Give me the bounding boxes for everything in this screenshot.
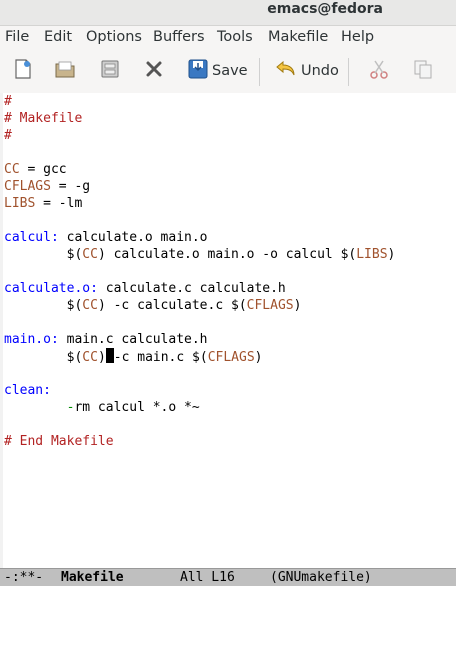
buffer-status: -:**- <box>4 570 44 585</box>
code-line: calcul: calculate.o main.o <box>4 229 208 246</box>
code-line: main.o: main.c calculate.h <box>4 331 208 348</box>
variable-value: = -g <box>50 179 91 194</box>
toolbar: Save Undo <box>0 50 456 94</box>
undo-icon <box>275 59 297 83</box>
left-fringe <box>0 93 3 568</box>
command-text: ) -c calculate.c $( <box>97 298 247 313</box>
code-line: calculate.o: calculate.c calculate.h <box>4 280 286 297</box>
text-cursor <box>105 348 114 363</box>
scissors-icon <box>368 58 390 84</box>
variable-value: = gcc <box>19 162 67 177</box>
new-file-icon <box>12 58 34 84</box>
undo-button[interactable]: Undo <box>275 58 339 84</box>
code-line: # <box>4 94 12 109</box>
command-text: ) <box>293 298 302 313</box>
variable-name: LIBS <box>4 196 36 211</box>
command-text: $( <box>4 350 83 365</box>
code-line: $(CC) calculate.o main.o -o calcul $(LIB… <box>4 246 396 263</box>
variable-name: CFLAGS <box>4 179 51 194</box>
variable-name: CC <box>4 162 20 177</box>
toolbar-separator <box>259 58 260 86</box>
close-icon <box>143 58 165 84</box>
dependencies: main.c calculate.h <box>58 332 208 347</box>
code-line: $(CC) -c calculate.c $(CFLAGS) <box>4 297 302 314</box>
new-file-button[interactable] <box>12 58 34 84</box>
variable-value: = -lm <box>35 196 83 211</box>
menu-options[interactable]: Options <box>86 29 142 45</box>
save-label: Save <box>212 63 248 79</box>
toolbar-separator <box>348 58 349 86</box>
command-text <box>4 400 67 415</box>
menu-buffers[interactable]: Buffers <box>153 29 205 45</box>
code-line: LIBS = -lm <box>4 195 82 212</box>
variable-ref: LIBS <box>356 247 388 262</box>
dired-button[interactable] <box>99 58 121 84</box>
variable-ref: CC <box>82 298 98 313</box>
command-text: ) <box>254 350 263 365</box>
menu-help[interactable]: Help <box>341 29 374 45</box>
command-text: $( <box>4 247 83 262</box>
major-mode[interactable]: (GNUmakefile) <box>270 569 372 586</box>
command-text: rm calcul *.o *~ <box>74 400 200 415</box>
menu-makefile[interactable]: Makefile <box>268 29 328 45</box>
command-text: ) calculate.o main.o -o calcul $( <box>97 247 357 262</box>
window-title: emacs@fedora <box>267 1 383 17</box>
folder-icon <box>54 58 76 84</box>
code-line: clean: <box>4 382 51 399</box>
menu-edit[interactable]: Edit <box>44 29 72 45</box>
code-line: # End Makefile <box>4 434 114 449</box>
command-text: ) <box>387 247 396 262</box>
code-line: # <box>4 128 12 143</box>
make-target: calculate.o: <box>4 281 98 296</box>
code-line: -rm calcul *.o *~ <box>4 399 200 416</box>
command-text: $( <box>4 298 83 313</box>
save-icon <box>188 59 208 83</box>
copy-button[interactable] <box>412 58 434 84</box>
variable-ref: CC <box>82 350 98 365</box>
close-buffer-button[interactable] <box>143 58 165 84</box>
code-line: $(CC) -c main.c $(CFLAGS) <box>4 348 262 365</box>
dependencies: calculate.c calculate.h <box>97 281 286 296</box>
menu-tools[interactable]: Tools <box>217 29 253 45</box>
title-bar: emacs@fedora <box>0 0 456 26</box>
command-text: ) <box>97 350 106 365</box>
make-target: calcul: <box>4 230 59 245</box>
cabinet-icon <box>99 58 121 84</box>
command-text: -c main.c $( <box>113 350 208 365</box>
variable-ref: CFLAGS <box>246 298 294 313</box>
menu-bar: File Edit Options Buffers Tools Makefile… <box>0 26 456 50</box>
menu-file[interactable]: File <box>5 29 29 45</box>
undo-label: Undo <box>301 63 339 79</box>
minibuffer[interactable] <box>0 586 456 592</box>
code-line: CFLAGS = -g <box>4 178 90 195</box>
variable-ref: CFLAGS <box>207 350 255 365</box>
save-button[interactable]: Save <box>188 58 248 84</box>
code-line: # Makefile <box>4 111 83 126</box>
copy-icon <box>412 58 434 84</box>
cut-button[interactable] <box>368 58 390 84</box>
make-target: main.o: <box>4 332 59 347</box>
editor-buffer[interactable]: # # Makefile # CC = gcc CFLAGS = -g LIBS… <box>0 93 456 568</box>
make-target: clean: <box>4 383 51 398</box>
mode-line: -:**- Makefile All L16 (GNUmakefile) <box>0 568 456 587</box>
open-file-button[interactable] <box>54 58 76 84</box>
dependencies: calculate.o main.o <box>58 230 208 245</box>
variable-ref: CC <box>82 247 98 262</box>
buffer-name[interactable]: Makefile <box>61 569 124 586</box>
buffer-position: All L16 <box>180 570 235 585</box>
code-line: CC = gcc <box>4 161 67 178</box>
